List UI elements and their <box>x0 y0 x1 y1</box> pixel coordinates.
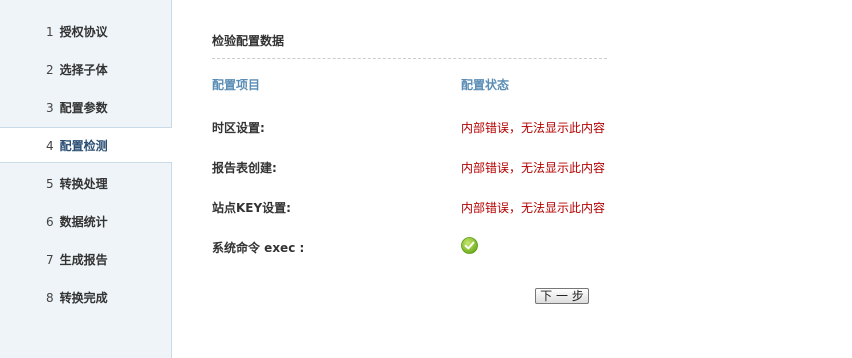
step-2[interactable]: 2 选择子体 <box>0 52 171 88</box>
step-number: 4 <box>46 139 54 153</box>
step-6[interactable]: 6 数据统计 <box>0 204 171 240</box>
step-number: 7 <box>46 253 54 267</box>
config-row-label: 站点KEY设置: <box>212 201 291 215</box>
step-number: 8 <box>46 291 54 305</box>
step-label: 转换处理 <box>59 177 108 191</box>
column-header-item: 配置项目 <box>212 78 261 92</box>
step-5[interactable]: 5 转换处理 <box>0 166 171 202</box>
step-1[interactable]: 1 授权协议 <box>0 14 171 50</box>
step-label: 配置检测 <box>59 139 108 153</box>
step-7[interactable]: 7 生成报告 <box>0 242 171 278</box>
step-8[interactable]: 8 转换完成 <box>0 280 171 316</box>
step-label: 授权协议 <box>59 25 108 39</box>
step-number: 3 <box>46 101 54 115</box>
step-number: 5 <box>46 177 54 191</box>
step-number: 2 <box>46 63 54 77</box>
step-label: 转换完成 <box>59 291 108 305</box>
step-number: 1 <box>46 25 54 39</box>
config-row-status: 内部错误，无法显示此内容 <box>461 161 606 175</box>
step-3[interactable]: 3 配置参数 <box>0 90 171 126</box>
check-icon <box>461 237 478 254</box>
step-label: 选择子体 <box>59 63 108 77</box>
column-header-status: 配置状态 <box>461 78 510 92</box>
config-row-label: 报告表创建: <box>212 161 277 175</box>
step-number: 6 <box>46 215 54 229</box>
config-row-label: 时区设置: <box>212 121 265 135</box>
step-label: 生成报告 <box>59 253 108 267</box>
wizard-sidebar: 1 授权协议 2 选择子体 3 配置参数 4 配置检测 5 转换处理 6 数据统计 7 生成报… <box>0 0 172 358</box>
config-row-status: 内部错误，无法显示此内容 <box>461 121 606 135</box>
step-label: 配置参数 <box>59 101 108 115</box>
section-title: 检验配置数据 <box>212 32 607 59</box>
main-panel: 检验配置数据 配置项目 配置状态 时区设置: 内部错误，无法显示此内容 报告表创… <box>172 0 852 358</box>
config-row-label: 系统命令 exec : <box>212 241 305 255</box>
step-4-active[interactable]: 4 配置检测 <box>0 127 172 163</box>
next-button[interactable]: 下 一 步 <box>535 288 589 304</box>
step-label: 数据统计 <box>59 215 108 229</box>
config-row-status: 内部错误，无法显示此内容 <box>461 201 606 215</box>
